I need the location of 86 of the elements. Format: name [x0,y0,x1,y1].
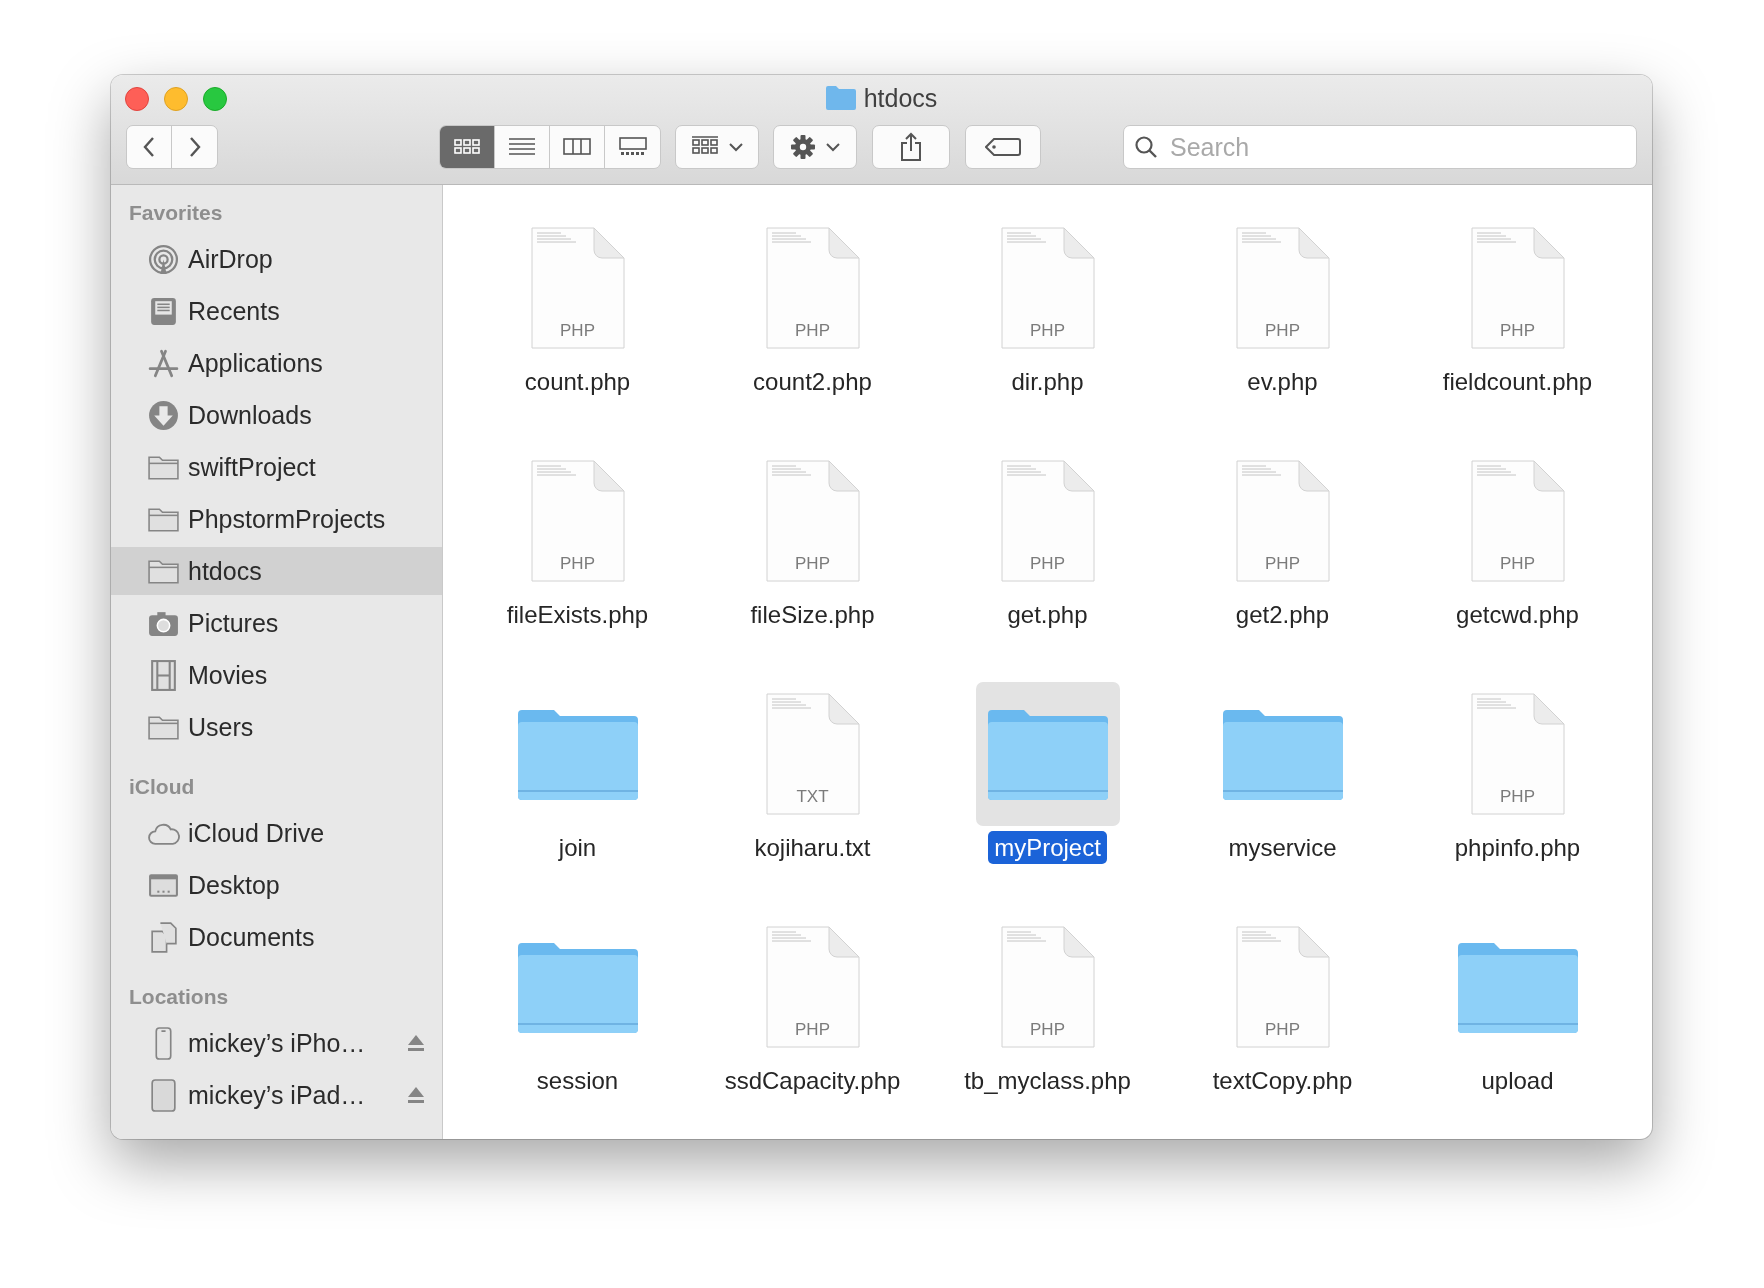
sidebar-item[interactable]: Downloads [111,391,442,439]
view-list-icon [508,136,536,158]
file-name[interactable]: ev.php [1241,365,1324,398]
chevron-icon [729,142,743,152]
sidebar-header: Favorites [128,200,224,226]
sidebar-item[interactable]: swiftProject [111,443,442,491]
file-name[interactable]: count.php [518,365,637,398]
group-by-button[interactable] [675,125,759,169]
zoom-button[interactable] [203,87,227,111]
close-button[interactable] [125,87,149,111]
file-name[interactable]: fileSize.php [744,598,881,631]
file-name[interactable]: fieldcount.php [1436,365,1599,398]
sidebar-item[interactable]: AirDrop [111,235,442,283]
file-name[interactable]: kojiharu.txt [748,831,877,864]
document-icon[interactable]: PHP [765,460,860,582]
file-name[interactable]: join [552,831,603,864]
file-name[interactable]: myservice [1222,831,1343,864]
folder-icon[interactable] [517,708,638,800]
file-name[interactable]: getcwd.php [1450,598,1585,631]
view-columns-icon [563,136,591,158]
sidebar-header: Locations [128,984,230,1010]
file-name[interactable]: dir.php [1005,365,1090,398]
folder-icon[interactable] [1457,941,1578,1033]
view-mode-button[interactable] [605,126,660,168]
action-button[interactable] [773,125,857,169]
file-name[interactable]: get2.php [1229,598,1336,631]
sidebar-item[interactable]: iCloud Drive [111,809,442,857]
sidebar-item[interactable]: mickey’s iPad… [111,1071,442,1119]
search-icon [1134,135,1158,159]
forward-button[interactable] [172,126,217,168]
eject-icon[interactable] [406,1033,426,1053]
document-icon[interactable]: PHP [765,227,860,349]
document-icon[interactable]: PHP [1235,926,1330,1048]
search-field[interactable]: Search [1123,125,1637,169]
document-icon[interactable]: PHP [530,227,625,349]
view-gallery-icon [618,136,647,158]
eject-icon[interactable] [406,1085,426,1105]
sidebar-item[interactable]: Pictures [111,599,442,647]
file-name[interactable]: tb_myclass.php [958,1064,1137,1097]
sidebar-item[interactable]: Applications [111,339,442,387]
chevron-icon [826,142,840,152]
sidebar-header: iCloud [128,774,196,800]
file-name[interactable]: ssdCapacity.php [718,1064,907,1097]
document-icon[interactable]: PHP [1470,227,1565,349]
tag-icon [985,137,1021,157]
sidebar-item[interactable]: mickey’s iPho… [111,1019,442,1067]
folder-icon[interactable] [517,941,638,1033]
share-button[interactable] [872,125,950,169]
view-mode-button[interactable] [550,126,605,168]
download-icon [147,398,180,432]
file-name[interactable]: get.php [1001,598,1094,631]
airdrop-icon [147,242,180,276]
view-mode-button[interactable] [495,126,550,168]
file-name[interactable]: upload [1475,1064,1560,1097]
sidebar-item[interactable]: Documents [111,913,442,961]
file-name[interactable]: phpinfo.php [1448,831,1587,864]
file-name[interactable]: textCopy.php [1206,1064,1359,1097]
sidebar-item[interactable]: Movies [111,651,442,699]
folder-icon[interactable] [1222,708,1343,800]
document-icon[interactable]: PHP [1470,693,1565,815]
document-icon[interactable]: PHP [1235,460,1330,582]
back-button[interactable] [127,126,172,168]
document-icon[interactable]: PHP [1470,460,1565,582]
sidebar-item[interactable]: Recents [111,287,442,335]
document-icon[interactable]: PHP [530,460,625,582]
sidebar-item[interactable]: PhpstormProjects [111,495,442,543]
sidebar-item[interactable]: Desktop [111,861,442,909]
forward-icon [187,136,202,158]
window-title: htdocs [863,83,938,113]
view-mode-button[interactable] [440,126,495,168]
document-icon[interactable]: PHP [765,926,860,1048]
file-name[interactable]: session [530,1064,625,1097]
document-icon[interactable]: PHP [1235,227,1330,349]
folder-icon [825,86,856,110]
document-icon[interactable]: TXT [765,693,860,815]
back-icon [142,136,156,158]
share-icon [899,132,923,162]
document-icon[interactable]: PHP [1000,460,1095,582]
file-name[interactable]: count2.php [747,365,878,398]
document-icon[interactable]: PHP [1000,227,1095,349]
sidebar-item[interactable]: Users [111,703,442,751]
tag-button[interactable] [965,125,1041,169]
document-icon[interactable]: PHP [1000,926,1095,1048]
sidebar-item[interactable]: htdocs [111,547,442,595]
file-name[interactable]: myProject [988,831,1107,864]
file-name[interactable]: fileExists.php [500,598,655,631]
